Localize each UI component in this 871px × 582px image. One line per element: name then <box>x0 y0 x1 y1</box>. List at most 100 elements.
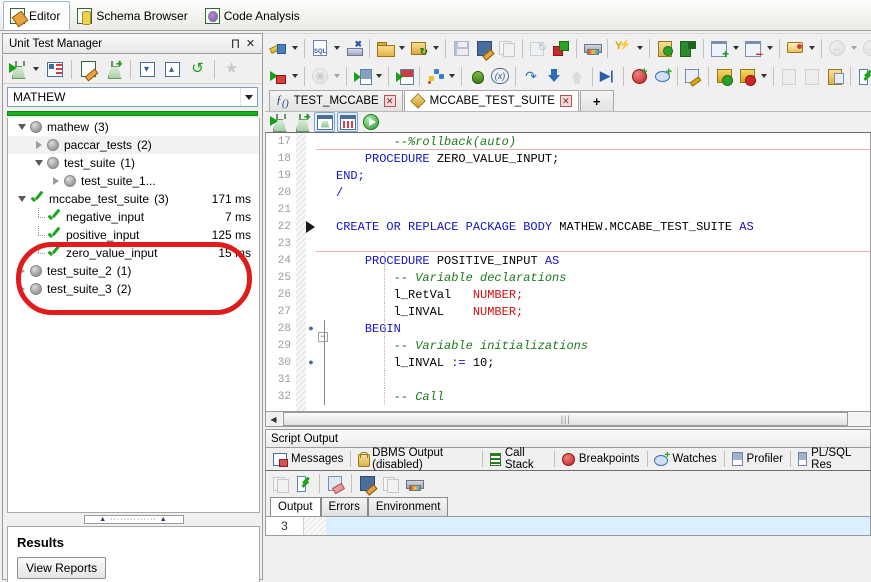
output-tab-plsql-results[interactable]: PL/SQL Res <box>791 447 870 471</box>
excel-export-button[interactable] <box>380 474 401 494</box>
edit-test-button[interactable] <box>77 58 100 81</box>
new-sql-dropdown-chevron-down-icon[interactable] <box>334 46 340 50</box>
output-tab-messages[interactable]: Messages <box>266 448 350 470</box>
close-icon[interactable]: ✕ <box>383 95 396 107</box>
popup-describe-dropdown-chevron-down-icon[interactable] <box>809 46 815 50</box>
refresh-object-button[interactable] <box>527 37 549 60</box>
open-file-button[interactable] <box>374 37 396 60</box>
export-data-dropdown-chevron-down-icon[interactable] <box>761 74 767 78</box>
subtab-output[interactable]: Output <box>270 497 321 516</box>
save-output-button[interactable] <box>357 474 378 494</box>
save-all-button[interactable] <box>496 37 518 60</box>
forward-button[interactable]: → <box>860 37 871 60</box>
back-button[interactable]: ← <box>826 37 848 60</box>
test-window-button[interactable] <box>314 112 335 132</box>
editor-horizontal-scrollbar[interactable]: ◀ ||| <box>265 411 871 427</box>
code-line[interactable]: 25 -- Variable declarations <box>266 269 870 286</box>
connect-button[interactable] <box>267 37 289 60</box>
code-line[interactable]: 22 CREATE OR REPLACE PACKAGE BODY MATHEW.… <box>266 218 870 235</box>
describe-button[interactable] <box>654 37 676 60</box>
tree-node-mathew[interactable]: mathew (3) <box>8 118 259 136</box>
output-tab-watches[interactable]: Watches <box>647 448 723 470</box>
editor-tab-test-mccabe[interactable]: ƒ() TEST_MCCABE ✕ <box>269 90 403 111</box>
copy-clipboard-button[interactable] <box>801 65 823 88</box>
export-data-button[interactable] <box>736 65 758 88</box>
test-results-grid-button[interactable] <box>43 58 66 81</box>
auto-trace-button[interactable] <box>424 65 446 88</box>
add-editor-tab-button[interactable]: + <box>579 90 614 111</box>
step-over-button[interactable]: ↷ <box>520 65 542 88</box>
code-line[interactable]: 17 --%rollback(auto) <box>266 133 870 150</box>
code-line[interactable]: 30 ● l_INVAL := 10; <box>266 354 870 371</box>
schema-select-chevron-down-icon[interactable] <box>240 88 257 106</box>
app-tab-code-analysis[interactable]: Code Analysis <box>198 1 310 30</box>
print-button[interactable] <box>581 37 603 60</box>
editor-tab-mccabe-test-suite[interactable]: MCCABE_TEST_SUITE ✕ <box>403 90 579 111</box>
create-table-button[interactable] <box>677 37 699 60</box>
run-test-button[interactable] <box>268 112 289 132</box>
output-tab-breakpoints[interactable]: Breakpoints <box>555 448 647 470</box>
scroll-thumb[interactable]: ||| <box>283 412 849 426</box>
explain-plan-dropdown-chevron-down-icon[interactable] <box>637 46 643 50</box>
step-into-button[interactable] <box>543 65 565 88</box>
auto-trace-dropdown-chevron-down-icon[interactable] <box>449 74 455 78</box>
test-results-button[interactable] <box>337 112 358 132</box>
paste-clipboard-button[interactable] <box>824 65 846 88</box>
code-line[interactable]: 26 l_RetVal NUMBER; <box>266 286 870 303</box>
tree-node-test-suite[interactable]: test_suite (1) <box>8 154 259 172</box>
code-line[interactable]: 27 l_INVAL NUMBER; <box>266 303 870 320</box>
tree-node-negative-input[interactable]: negative_input 7 ms <box>8 208 259 226</box>
reopen-file-button[interactable] <box>408 37 430 60</box>
remove-window-button[interactable] <box>742 37 764 60</box>
variables-button[interactable]: (x) <box>489 65 511 88</box>
code-line[interactable]: 23 <box>266 235 870 252</box>
code-line[interactable]: 29 -- Variable initializations <box>266 337 870 354</box>
output-tab-call-stack[interactable]: Call Stack <box>483 447 554 471</box>
connect-dropdown-chevron-down-icon[interactable] <box>292 46 298 50</box>
run-tests-button[interactable] <box>6 58 29 81</box>
run-to-cursor-button[interactable]: ▶| <box>597 65 619 88</box>
compile-button[interactable] <box>550 37 572 60</box>
format-code-button[interactable] <box>393 65 415 88</box>
step-out-button[interactable] <box>566 65 588 88</box>
open-file-dropdown-chevron-down-icon[interactable] <box>399 46 405 50</box>
validate-button[interactable] <box>855 65 871 88</box>
code-line[interactable]: 32 -- Call <box>266 388 870 405</box>
execute-current-button[interactable]: ◉ <box>309 65 331 88</box>
execute-current-dropdown-chevron-down-icon[interactable] <box>334 74 340 78</box>
tree-node-zero-value-input[interactable]: zero_value_input 15 ms <box>8 244 259 262</box>
code-line[interactable]: 24 PROCEDURE POSITIVE_INPUT AS <box>266 252 870 269</box>
output-grid[interactable]: 3 <box>265 516 871 536</box>
import-data-button[interactable] <box>713 65 735 88</box>
tree-twisty[interactable] <box>14 280 30 298</box>
save-as-button[interactable] <box>473 37 495 60</box>
expand-all-button[interactable]: ▾ <box>136 58 159 81</box>
code-line[interactable]: 18 PROCEDURE ZERO_VALUE_INPUT; <box>266 150 870 167</box>
subtab-errors[interactable]: Errors <box>320 497 368 516</box>
tree-twisty[interactable] <box>31 154 47 172</box>
pin-icon[interactable]: Π <box>228 36 243 51</box>
tree-twisty[interactable] <box>14 262 30 280</box>
debug-button[interactable] <box>466 65 488 88</box>
reopen-dropdown-chevron-down-icon[interactable] <box>433 46 439 50</box>
new-test-button[interactable]: + <box>291 111 312 132</box>
add-watch-button[interactable] <box>651 65 673 88</box>
code-line[interactable]: 19 END; <box>266 167 870 184</box>
code-line[interactable]: 28 ● − BEGIN <box>266 320 870 342</box>
scroll-track[interactable]: ||| <box>281 412 870 426</box>
output-row-cell[interactable] <box>326 517 870 535</box>
tree-node-test-suite-2[interactable]: test_suite_2 (1) <box>8 262 259 280</box>
tree-node-test-suite-3[interactable]: test_suite_3 (2) <box>8 280 259 298</box>
execute-statement-button[interactable] <box>267 65 289 88</box>
check-output-button[interactable] <box>293 474 314 494</box>
remove-window-dropdown-chevron-down-icon[interactable] <box>767 46 773 50</box>
add-window-button[interactable] <box>708 37 730 60</box>
clear-output-button[interactable] <box>325 474 346 494</box>
panel-splitter[interactable]: ▲ ·············· ▲ <box>7 514 260 525</box>
tree-twisty[interactable] <box>14 190 30 208</box>
run-tests-dropdown-chevron-down-icon[interactable] <box>33 67 39 71</box>
copy-output-button[interactable] <box>270 474 291 494</box>
tree-twisty[interactable] <box>31 136 47 154</box>
execute-script-dropdown-chevron-down-icon[interactable] <box>376 74 382 78</box>
output-tab-dbms-output[interactable]: DBMS Output (disabled) <box>351 447 482 471</box>
